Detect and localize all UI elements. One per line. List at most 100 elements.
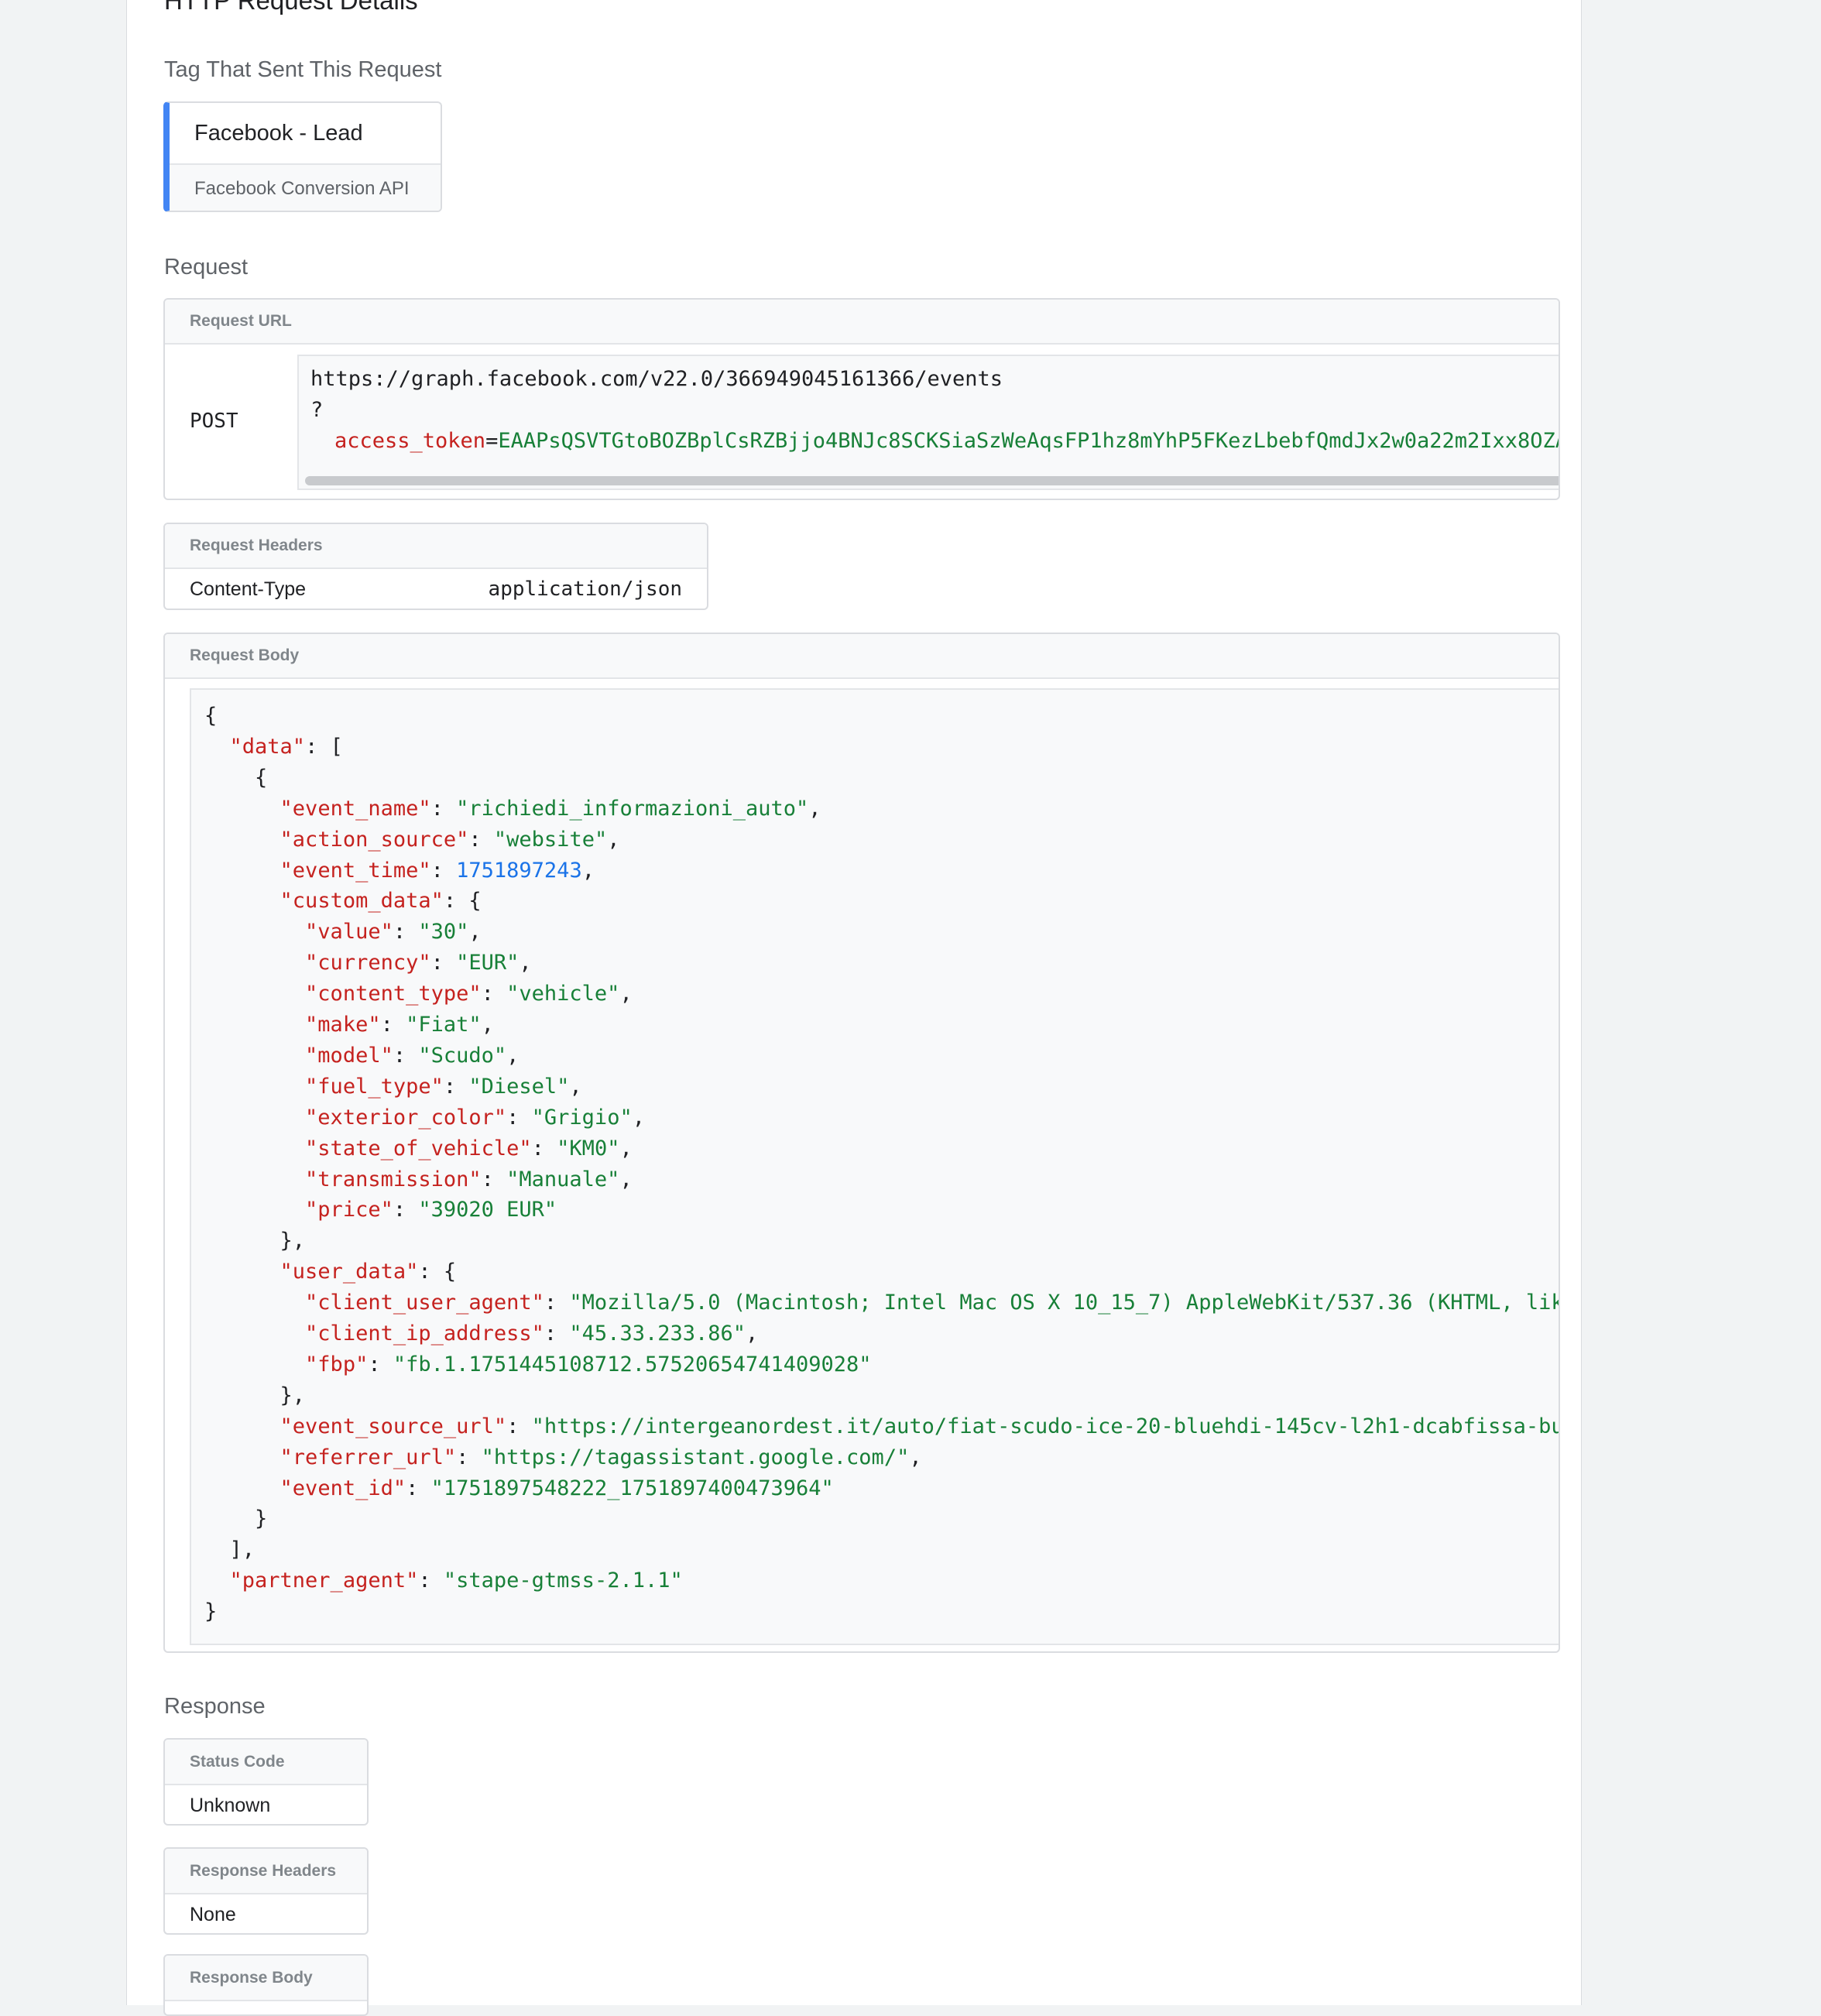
json-punct [204, 1075, 305, 1099]
code-line: "price": "39020 EUR" [204, 1195, 557, 1226]
header-value: application/json [488, 578, 682, 601]
response-body-card: Response Body [163, 1954, 369, 2016]
json-key: "price" [305, 1198, 393, 1222]
request-url-card: Request URL POST https://graph.facebook.… [163, 298, 1560, 500]
code-line: "client_ip_address": "45.33.233.86", [204, 1318, 758, 1349]
request-body-code[interactable]: { "data": [ { "event_name": "richiedi_in… [190, 688, 1560, 1645]
json-punct: , [607, 827, 620, 852]
json-punct: : [481, 1167, 507, 1191]
json-punct [204, 828, 280, 852]
json-string: "Mozilla/5.0 (Macintosh; Intel Mac OS X … [569, 1291, 1560, 1315]
json-key: "make" [305, 1013, 381, 1037]
request-headers-label: Request Headers [165, 524, 707, 569]
json-punct [204, 1569, 230, 1593]
json-punct [204, 1291, 305, 1315]
response-headers-label: Response Headers [165, 1849, 367, 1894]
json-punct: : [544, 1322, 570, 1346]
request-url-qmark: ? [310, 398, 324, 422]
page-title: HTTP Request Details [164, 0, 418, 15]
json-key: "event_source_url" [279, 1414, 507, 1438]
json-punct: : { [443, 889, 482, 914]
json-key: "data" [229, 734, 306, 759]
json-punct: } [204, 1599, 218, 1624]
param-key: access_token [334, 429, 486, 453]
code-line: "content_type": "vehicle", [204, 979, 633, 1010]
code-line: "event_time": 1751897243, [204, 855, 595, 886]
param-equals: = [485, 429, 499, 453]
json-key: "model" [305, 1043, 393, 1068]
json-key: "currency" [305, 951, 431, 975]
json-punct: : [430, 796, 457, 821]
code-line: "event_id": "1751897548222_1751897400473… [204, 1473, 834, 1504]
json-punct [204, 859, 280, 883]
json-key: "client_user_agent" [305, 1291, 544, 1315]
code-line: "fuel_type": "Diesel", [204, 1071, 582, 1102]
json-punct: , [481, 1013, 494, 1037]
json-string: "30" [418, 920, 469, 945]
tag-card[interactable]: Facebook - Lead Facebook Conversion API [163, 101, 442, 212]
json-punct [204, 1137, 305, 1161]
json-punct: { [204, 765, 268, 790]
json-key: "partner_agent" [229, 1569, 419, 1593]
json-punct: , [909, 1445, 922, 1469]
json-string: "Scudo" [418, 1043, 507, 1068]
json-string: "KM0" [557, 1136, 620, 1161]
json-punct: : [380, 1013, 406, 1037]
json-punct [204, 1445, 280, 1469]
json-punct: : [ [305, 734, 343, 759]
json-key: "fuel_type" [305, 1074, 444, 1099]
json-punct: : [430, 858, 457, 883]
json-punct: : [393, 1198, 419, 1222]
json-punct: { [204, 704, 218, 728]
json-punct [204, 1198, 305, 1222]
code-line: "custom_data": { [204, 886, 482, 917]
json-string: "fb.1.1751445108712.57520654741409028" [393, 1352, 872, 1377]
json-key: "client_ip_address" [305, 1322, 544, 1346]
json-key: "action_source" [279, 827, 469, 852]
header-row: Content-Type application/json [165, 569, 707, 609]
json-punct [204, 1322, 305, 1346]
json-punct: : [368, 1352, 393, 1377]
json-string: "stape-gtmss-2.1.1" [443, 1569, 683, 1593]
json-punct: , [808, 796, 821, 821]
code-line: "user_data": { [204, 1257, 457, 1287]
json-punct: ], [204, 1538, 255, 1562]
json-punct: : [430, 951, 457, 975]
json-punct: : [456, 1445, 482, 1469]
code-line: "partner_agent": "stape-gtmss-2.1.1" [204, 1565, 683, 1596]
json-punct: : [506, 1105, 532, 1130]
param-value: EAAPsQSVTGtoBOZBplCsRZBjjo4BNJc8SCKSiaSz… [498, 429, 1560, 453]
json-string: "Manuale" [506, 1167, 620, 1191]
code-line: "make": "Fiat", [204, 1010, 494, 1041]
request-url-label: Request URL [165, 300, 1559, 345]
json-punct: : [406, 1476, 431, 1500]
json-punct: , [468, 920, 482, 945]
request-url-code[interactable]: https://graph.facebook.com/v22.0/3669490… [297, 355, 1560, 490]
json-punct: : [544, 1291, 570, 1315]
code-line: }, [204, 1226, 306, 1257]
code-line: "client_user_agent": "Mozilla/5.0 (Macin… [204, 1287, 1560, 1318]
json-punct: : { [418, 1260, 457, 1284]
json-key: "state_of_vehicle" [305, 1136, 532, 1161]
request-url-param: access_token=EAAPsQSVTGtoBOZBplCsRZBjjo4… [334, 429, 1560, 453]
json-punct: , [746, 1322, 759, 1346]
code-line: }, [204, 1380, 306, 1411]
code-line: "referrer_url": "https://tagassistant.go… [204, 1442, 922, 1473]
json-string: "https://tagassistant.google.com/" [481, 1445, 910, 1469]
json-key: "referrer_url" [279, 1445, 457, 1469]
url-horizontal-scrollbar[interactable] [305, 476, 1559, 485]
json-key: "content_type" [305, 982, 482, 1006]
header-key: Content-Type [190, 578, 307, 600]
json-punct: , [519, 951, 532, 975]
response-section-title: Response [164, 1694, 266, 1719]
request-body-label: Request Body [165, 634, 1559, 679]
tag-name: Facebook - Lead [170, 103, 441, 165]
json-string: "website" [493, 827, 608, 852]
request-section-title: Request [164, 255, 249, 279]
json-punct [204, 1167, 305, 1191]
status-code-card: Status Code Unknown [163, 1738, 369, 1826]
json-string: "45.33.233.86" [569, 1322, 746, 1346]
json-key: "user_data" [279, 1260, 419, 1284]
response-headers-value: None [190, 1904, 236, 1925]
json-string: "Diesel" [468, 1074, 570, 1099]
